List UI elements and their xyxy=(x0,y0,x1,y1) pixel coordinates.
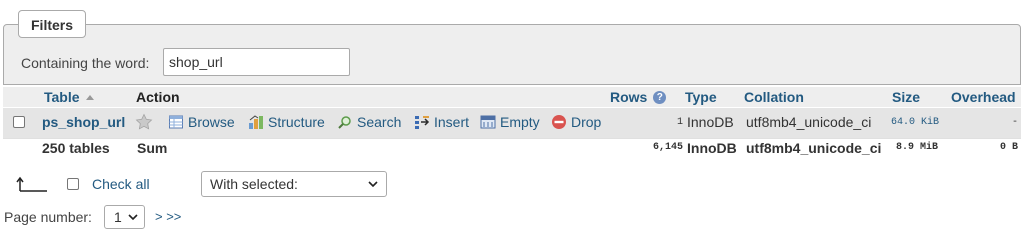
footer-size: 8.9 MiB xyxy=(896,142,939,153)
page-number-value: 1 xyxy=(114,209,122,225)
col-collation[interactable]: Collation xyxy=(744,87,804,107)
row-type: InnoDB xyxy=(687,114,734,130)
help-icon[interactable]: ? xyxy=(653,90,667,104)
row-size[interactable]: 64.0 KiB xyxy=(891,117,939,128)
col-table-label: Table xyxy=(44,89,80,105)
table-name-link[interactable]: ps_shop_url xyxy=(42,114,125,130)
page-number-label: Page number: xyxy=(4,209,92,225)
favorite-star-icon[interactable] xyxy=(135,113,153,134)
table-row: ps_shop_url Browse Structure Search Inse… xyxy=(3,108,1021,138)
footer-collation: utf8mb4_unicode_ci xyxy=(746,140,882,156)
empty-icon xyxy=(480,115,496,129)
insert-action[interactable]: Insert xyxy=(414,114,469,130)
drop-icon xyxy=(552,115,566,129)
sort-asc-icon xyxy=(85,94,94,100)
row-collation: utf8mb4_unicode_ci xyxy=(746,114,872,130)
col-action: Action xyxy=(136,89,180,105)
check-all-checkbox[interactable] xyxy=(67,178,79,190)
filter-input[interactable] xyxy=(163,48,350,76)
search-action[interactable]: Search xyxy=(337,114,401,130)
browse-icon xyxy=(169,115,183,129)
filters-legend: Filters xyxy=(18,10,87,38)
drop-label: Drop xyxy=(571,114,602,130)
check-all-label[interactable]: Check all xyxy=(92,176,150,192)
footer-sum: Sum xyxy=(137,140,168,156)
browse-label: Browse xyxy=(188,114,235,130)
row-count: 1 xyxy=(676,117,683,128)
empty-label: Empty xyxy=(500,114,540,130)
col-overhead[interactable]: Overhead xyxy=(951,87,1016,107)
with-selected-dropdown[interactable]: With selected: xyxy=(201,171,387,197)
footer-table-count: 250 tables xyxy=(42,140,110,156)
table-header-row: Table Action Rows? Type Collation Size O… xyxy=(3,87,1021,107)
filter-label: Containing the word: xyxy=(21,55,150,71)
chevron-down-icon xyxy=(368,181,378,188)
select-arrow-icon xyxy=(16,176,47,192)
insert-label: Insert xyxy=(434,114,470,130)
col-rows[interactable]: Rows? xyxy=(610,87,667,107)
col-size[interactable]: Size xyxy=(892,87,920,107)
browse-action[interactable]: Browse xyxy=(168,114,235,130)
col-table[interactable]: Table xyxy=(44,87,94,107)
chevron-down-icon xyxy=(128,214,138,221)
search-icon xyxy=(338,116,351,129)
structure-label: Structure xyxy=(268,114,325,130)
filters-fieldset xyxy=(3,24,1021,85)
row-checkbox[interactable] xyxy=(13,116,25,128)
structure-action[interactable]: Structure xyxy=(248,114,325,130)
footer-overhead: 0 B xyxy=(999,142,1018,153)
row-overhead: - xyxy=(1011,117,1018,128)
page-number-dropdown[interactable]: 1 xyxy=(104,205,145,229)
with-selected-value: With selected: xyxy=(210,176,298,192)
col-type[interactable]: Type xyxy=(685,87,717,107)
empty-action[interactable]: Empty xyxy=(480,114,540,130)
footer-type: InnoDB xyxy=(687,140,737,156)
footer-rows: 6,145 xyxy=(652,142,683,153)
next-page-links[interactable]: > >> xyxy=(155,209,181,225)
drop-action[interactable]: Drop xyxy=(551,114,601,130)
insert-icon xyxy=(415,116,430,129)
col-rows-label: Rows xyxy=(610,89,648,105)
table-footer-row: 250 tables Sum 6,145 InnoDB utf8mb4_unic… xyxy=(3,138,1021,158)
structure-icon xyxy=(249,115,263,129)
search-label: Search xyxy=(357,114,402,130)
